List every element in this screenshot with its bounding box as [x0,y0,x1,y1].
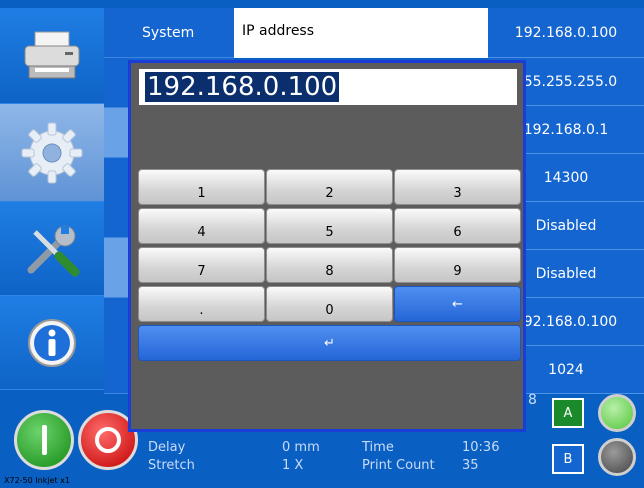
sidebar-item-info[interactable] [0,296,104,390]
time-label: Time [362,440,394,455]
setting-value-text: 1024 [548,361,584,378]
enter-icon: ↵ [324,335,335,351]
partial-value: 8 [528,392,537,408]
tools-icon [27,225,80,276]
section-label: System [104,8,234,58]
key-3[interactable]: 3 [394,169,521,205]
sidebar-item-tools[interactable] [0,202,104,296]
printhead-b-button[interactable]: B [552,444,584,474]
time-value: 10:36 [462,440,500,455]
section-label-text: System [142,24,195,41]
setting-value-text: Disabled [535,265,597,282]
key-7[interactable]: 7 [138,247,265,283]
enter-button[interactable]: ↵ [138,325,521,361]
delay-value: 0 mm [282,440,320,455]
print-count-label: Print Count [362,458,435,473]
gear-icon [21,122,83,183]
printer-icon [24,31,80,78]
setting-value[interactable]: 192.168.0.100 [488,8,644,58]
ip-input-value: 192.168.0.100 [145,72,340,102]
setting-value-text: 192.168.0.100 [514,24,618,41]
printhead-b-label: B [563,451,573,467]
delay-label: Delay [148,440,186,455]
info-icon [28,318,76,367]
key-0[interactable]: 0 [266,286,393,322]
sidebar-item-settings[interactable] [0,104,104,202]
printhead-b-status-icon [598,438,636,476]
ip-keypad-dialog: 192.168.0.100 1 2 3 4 5 6 7 8 9 . 0 ← ↵ [128,60,526,432]
stretch-label: Stretch [148,458,195,473]
backspace-button[interactable]: ← [394,286,521,322]
print-count-value: 35 [462,458,479,473]
printhead-a-label: A [563,405,573,421]
start-button[interactable] [14,410,74,470]
stretch-value: 1 X [282,458,304,473]
setting-value-text: 255.255.255.0 [514,73,618,90]
key-1[interactable]: 1 [138,169,265,205]
power-off-icon [95,427,121,453]
key-2[interactable]: 2 [266,169,393,205]
key-dot[interactable]: . [138,286,265,322]
sidebar-item-print[interactable] [0,8,104,104]
key-4[interactable]: 4 [138,208,265,244]
key-9[interactable]: 9 [394,247,521,283]
key-6[interactable]: 6 [394,208,521,244]
power-on-icon [42,425,47,455]
printhead-a-button[interactable]: A [552,398,584,428]
setting-value-text: 14300 [543,169,589,186]
setting-value-text: 192.168.0.100 [514,313,618,330]
setting-value-text: Disabled [535,217,597,234]
printhead-a-status-icon [598,394,636,432]
field-label: IP address [234,8,488,58]
key-8[interactable]: 8 [266,247,393,283]
backspace-icon: ← [452,296,463,312]
key-5[interactable]: 5 [266,208,393,244]
device-model: X72-50 Inkjet x1 [4,476,70,485]
setting-value-text: 192.168.0.1 [523,121,609,138]
ip-input-field[interactable]: 192.168.0.100 [139,69,517,105]
